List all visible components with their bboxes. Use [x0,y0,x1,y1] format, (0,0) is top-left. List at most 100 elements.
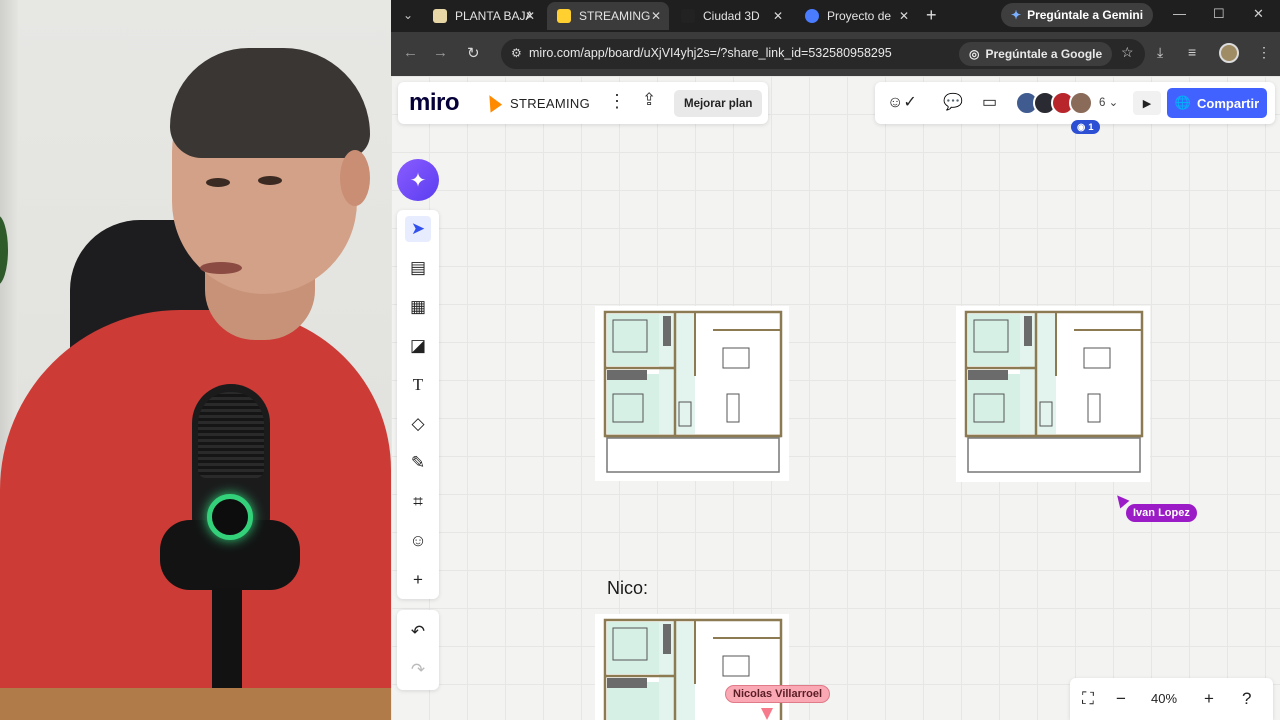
app-favicon-icon [681,9,695,23]
collaborator-cursor-label: Nicolas Villarroel [725,685,831,703]
collaborator-cursor-label: Ivan Lopez [1126,504,1197,522]
globe-favicon-icon [805,9,819,23]
floor-plan-drawing [603,310,783,473]
frame-icon[interactable]: ⌗ [405,489,431,515]
section-label[interactable]: Nico: [607,578,648,599]
sticky-note-icon[interactable]: ◪ [405,333,431,359]
undo-icon[interactable]: ↶ [405,619,431,645]
tab-title: PLANTA BAJA [455,9,531,23]
presenter-eye [258,176,282,185]
google-lens-icon: ◎ [969,47,980,61]
templates-icon[interactable]: ▤ [405,255,431,281]
board-cursor-icon [481,92,503,113]
collaborator-count[interactable]: 6 ⌄ [1099,95,1118,109]
reload-icon[interactable]: ↻ [467,44,480,62]
forward-icon[interactable]: → [433,44,448,61]
media-queue-icon[interactable]: ≡ [1188,44,1196,60]
floor-plan-image[interactable] [956,306,1150,482]
emoji-icon[interactable]: ☺ [405,528,431,554]
address-bar[interactable]: ⚙ miro.com/app/board/uXjVI4yhj2s=/?share… [501,39,1145,69]
ask-google-button[interactable]: ◎ Pregúntale a Google [959,42,1113,66]
viewer-count-badge[interactable]: ◉ 1 [1071,120,1100,134]
comments-icon[interactable]: 💬 [943,92,963,112]
miro-favicon-icon [557,9,571,23]
share-button[interactable]: 🌐 Compartir [1167,88,1267,118]
undo-redo-toolbar: ↶ ↷ [397,610,439,690]
tab-search-chevron-icon[interactable]: ⌄ [397,4,419,26]
redo-icon[interactable]: ↷ [405,657,431,683]
floor-plan-drawing [964,310,1144,473]
floor-plan-image[interactable] [595,614,789,720]
tab-streaming[interactable]: STREAMING ✕ [547,2,669,30]
site-info-icon[interactable]: ⚙ [511,46,522,60]
present-play-icon[interactable]: ▶ [1133,91,1161,115]
collaboration-bar: ☺✓ 💬 ▭ 6 ⌄ ▶ 🌐 Compartir [875,82,1275,124]
maximize-icon[interactable]: ☐ [1213,6,1225,22]
tab-ciudad-3d[interactable]: Ciudad 3D ✕ [671,2,791,30]
board-menu-icon[interactable]: ⋮ [608,91,626,112]
video-call-icon[interactable]: ▭ [982,92,997,112]
minimize-icon[interactable]: — [1173,6,1186,21]
bookmark-star-icon[interactable]: ☆ [1121,44,1134,61]
zoom-level[interactable]: 40% [1151,691,1177,706]
help-icon[interactable]: ? [1242,689,1251,709]
close-tab-icon[interactable]: ✕ [525,9,535,23]
browser-menu-icon[interactable]: ⋮ [1257,44,1271,61]
close-tab-icon[interactable]: ✕ [773,9,783,23]
tab-planta-baja[interactable]: PLANTA BAJA ✕ [423,2,543,30]
add-icon[interactable]: + [405,567,431,593]
reactions-icon[interactable]: ☺✓ [887,92,917,112]
collaborator-cursor-icon [1112,491,1130,509]
presenter-eye [206,178,230,187]
miro-board-canvas[interactable]: miro STREAMING ⋮ ⇪ Mejorar plan ☺✓ 💬 ▭ 6… [391,76,1280,720]
tab-title: Ciudad 3D [703,9,760,23]
gemini-sparkle-icon: ✦ [1011,8,1022,22]
board-name[interactable]: STREAMING [510,96,590,111]
collaborator-name: Nicolas Villarroel [733,688,823,700]
microphone-grille [198,392,264,478]
close-window-icon[interactable]: ✕ [1253,6,1264,22]
text-icon[interactable]: T [405,372,431,398]
desk [0,688,391,720]
export-icon[interactable]: ⇪ [642,90,656,110]
ask-gemini-button[interactable]: ✦ Pregúntale a Gemini [1001,3,1154,27]
avatar[interactable] [1069,91,1093,115]
collaborator-name: Ivan Lopez [1133,507,1190,519]
new-tab-icon[interactable]: + [926,4,937,26]
upgrade-plan-button[interactable]: Mejorar plan [674,90,763,117]
floor-plan-drawing [603,618,783,720]
tab-strip: ⌄ PLANTA BAJA ✕ STREAMING ✕ Ciudad 3D ✕ … [391,0,1280,32]
collaborator-cursor-icon [761,708,773,720]
close-tab-icon[interactable]: ✕ [651,9,661,23]
tab-title: STREAMING [579,9,651,23]
download-icon[interactable]: ⤓ [1157,44,1163,61]
screen: ⌄ PLANTA BAJA ✕ STREAMING ✕ Ciudad 3D ✕ … [0,0,1280,720]
ask-google-label: Pregúntale a Google [985,47,1103,61]
presenter-ear [340,150,370,206]
presenter-mouth [200,262,242,274]
select-icon[interactable]: ➤ [405,216,431,242]
shapes-icon[interactable]: ◇ [405,411,431,437]
fit-to-screen-icon[interactable]: ⛶ [1082,689,1094,709]
profile-avatar[interactable] [1219,43,1239,63]
zoom-in-icon[interactable]: + [1204,689,1214,709]
back-icon[interactable]: ← [403,44,418,61]
ai-sparkle-button[interactable]: ✦ [397,159,439,201]
webcam-feed [0,0,391,720]
floor-plan-image[interactable] [595,306,789,481]
url-text: miro.com/app/board/uXjVI4yhj2s=/?share_l… [529,46,892,60]
miro-logo[interactable]: miro [409,89,460,117]
frame-layout-icon[interactable]: ▦ [405,294,431,320]
pen-icon[interactable]: ✎ [405,450,431,476]
zoom-out-icon[interactable]: − [1116,689,1126,709]
eye-icon: ◉ [1077,121,1086,133]
ask-gemini-label: Pregúntale a Gemini [1027,8,1144,22]
viewer-count: 1 [1088,121,1094,133]
board-header: miro STREAMING ⋮ ⇪ Mejorar plan [398,82,768,124]
presenter-hair [170,48,370,158]
tab-proyecto[interactable]: Proyecto de ✕ [795,2,917,30]
tab-title: Proyecto de [827,9,892,23]
share-label: Compartir [1197,95,1260,111]
close-tab-icon[interactable]: ✕ [899,9,909,23]
zoom-controls: ⛶ − 40% + ? [1070,678,1273,720]
